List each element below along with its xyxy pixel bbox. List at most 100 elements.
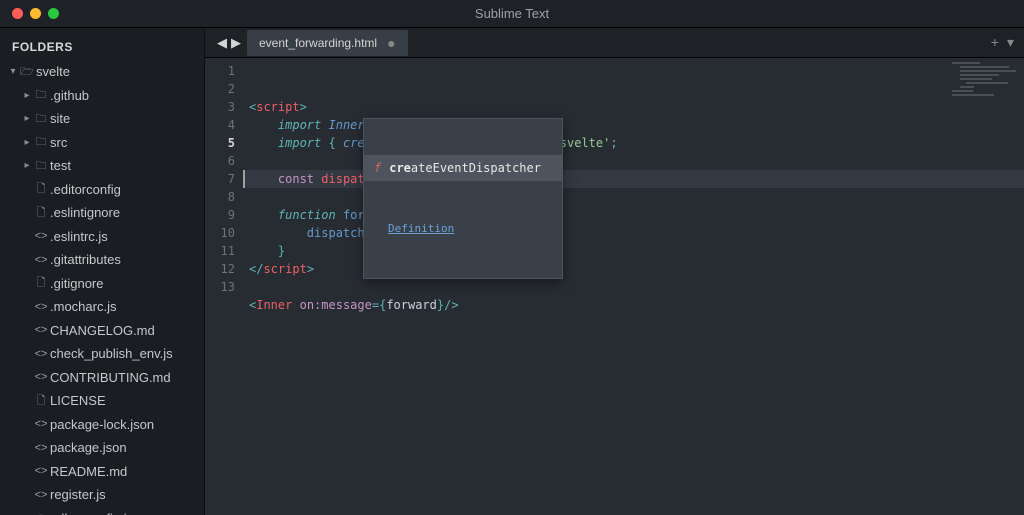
- file-icon: <>: [32, 463, 50, 480]
- line-number: 13: [205, 278, 235, 296]
- autocomplete-label: createEventDispatcher: [389, 159, 541, 177]
- folder-icon: 🗁: [18, 64, 36, 81]
- sidebar-item-label: .eslintignore: [50, 203, 120, 223]
- sidebar-item[interactable]: <>register.js: [6, 483, 198, 507]
- nav-back-icon[interactable]: ◀: [217, 35, 227, 51]
- sidebar-item[interactable]: <>.mocharc.js: [6, 295, 198, 319]
- code-line[interactable]: import Inner from './Inner.svelte';: [243, 116, 1024, 134]
- code-line[interactable]: [243, 152, 1024, 170]
- code-line[interactable]: <script>: [243, 98, 1024, 116]
- code-editor[interactable]: <script> import Inner from './Inner.svel…: [243, 58, 1024, 515]
- code-line[interactable]: const dispatch = cre: [243, 170, 1024, 188]
- tab-bar: ◀ ▶ event_forwarding.html ● + ▾: [205, 28, 1024, 58]
- sidebar-item-label: .editorconfig: [50, 180, 121, 200]
- sidebar-item-label: .mocharc.js: [50, 297, 116, 317]
- new-tab-icon[interactable]: +: [991, 34, 999, 51]
- sidebar-item[interactable]: <>.eslintrc.js: [6, 225, 198, 249]
- sidebar-item[interactable]: <>check_publish_env.js: [6, 342, 198, 366]
- sidebar-item[interactable]: <>rollup.config.js: [6, 507, 198, 515]
- sidebar-item[interactable]: ▾🗁svelte: [6, 60, 198, 84]
- file-icon: <>: [32, 510, 50, 515]
- sidebar-item[interactable]: <>package-lock.json: [6, 413, 198, 437]
- sidebar-item[interactable]: 🗋.eslintignore: [6, 201, 198, 225]
- sidebar-item-label: .gitattributes: [50, 250, 121, 270]
- autocomplete-item[interactable]: f createEventDispatcher: [364, 155, 562, 181]
- sidebar-item-label: svelte: [36, 62, 70, 82]
- file-icon: <>: [32, 416, 50, 433]
- line-number: 8: [205, 188, 235, 206]
- sidebar-item-label: check_publish_env.js: [50, 344, 173, 364]
- line-number: 2: [205, 80, 235, 98]
- disclosure-arrow-icon: ▸: [22, 158, 32, 173]
- sidebar-item-label: package-lock.json: [50, 415, 154, 435]
- code-line[interactable]: <Inner on:message={forward}/>: [243, 296, 1024, 314]
- sidebar: FOLDERS ▾🗁svelte▸🗀.github▸🗀site▸🗀src▸🗀te…: [0, 28, 205, 515]
- file-tree: ▾🗁svelte▸🗀.github▸🗀site▸🗀src▸🗀test🗋.edit…: [6, 60, 198, 515]
- sidebar-item-label: LICENSE: [50, 391, 106, 411]
- tab-dropdown-icon[interactable]: ▾: [1007, 34, 1014, 51]
- folder-icon: 🗀: [32, 158, 50, 175]
- sidebar-item[interactable]: <>CONTRIBUTING.md: [6, 366, 198, 390]
- sidebar-item[interactable]: ▸🗀src: [6, 131, 198, 155]
- nav-forward-icon[interactable]: ▶: [231, 35, 241, 51]
- sidebar-item[interactable]: <>CHANGELOG.md: [6, 319, 198, 343]
- minimap[interactable]: [952, 60, 1022, 120]
- line-gutter: 12345678910111213: [205, 58, 243, 515]
- sidebar-item-label: CHANGELOG.md: [50, 321, 155, 341]
- disclosure-arrow-icon: ▸: [22, 111, 32, 126]
- minimize-icon[interactable]: [30, 8, 41, 19]
- tab-dirty-icon: ●: [387, 35, 395, 51]
- close-icon[interactable]: [12, 8, 23, 19]
- sidebar-item-label: .gitignore: [50, 274, 103, 294]
- autocomplete-definition-link[interactable]: Definition: [364, 217, 562, 242]
- sidebar-item-label: test: [50, 156, 71, 176]
- sidebar-item-label: package.json: [50, 438, 127, 458]
- file-icon: <>: [32, 369, 50, 386]
- sidebar-item-label: README.md: [50, 462, 127, 482]
- code-line[interactable]: [243, 278, 1024, 296]
- file-icon: <>: [32, 322, 50, 339]
- sidebar-item-label: register.js: [50, 485, 106, 505]
- file-icon: <>: [32, 299, 50, 316]
- sidebar-item[interactable]: 🗋.editorconfig: [6, 178, 198, 202]
- sidebar-item[interactable]: ▸🗀.github: [6, 84, 198, 108]
- code-line[interactable]: dispatch(: [243, 224, 1024, 242]
- file-icon: <>: [32, 252, 50, 269]
- code-line[interactable]: import { createEventDispatcher } from 's…: [243, 134, 1024, 152]
- sidebar-item[interactable]: <>package.json: [6, 436, 198, 460]
- tab-active[interactable]: event_forwarding.html ●: [247, 30, 408, 56]
- sidebar-item[interactable]: ▸🗀site: [6, 107, 198, 131]
- line-number: 10: [205, 224, 235, 242]
- disclosure-arrow-icon: ▸: [22, 88, 32, 103]
- code-line[interactable]: [243, 188, 1024, 206]
- line-number: 9: [205, 206, 235, 224]
- code-line[interactable]: [243, 314, 1024, 332]
- line-number: 12: [205, 260, 235, 278]
- file-icon: 🗋: [32, 205, 50, 222]
- sidebar-item-label: site: [50, 109, 70, 129]
- line-number: 5: [205, 134, 235, 152]
- file-icon: 🗋: [32, 181, 50, 198]
- sidebar-header: FOLDERS: [6, 38, 198, 60]
- code-line[interactable]: function forw: [243, 206, 1024, 224]
- line-number: 11: [205, 242, 235, 260]
- line-number: 3: [205, 98, 235, 116]
- sidebar-item[interactable]: 🗋.gitignore: [6, 272, 198, 296]
- sidebar-item[interactable]: ▸🗀test: [6, 154, 198, 178]
- file-icon: <>: [32, 487, 50, 504]
- sidebar-item[interactable]: <>.gitattributes: [6, 248, 198, 272]
- code-line[interactable]: </script>: [243, 260, 1024, 278]
- maximize-icon[interactable]: [48, 8, 59, 19]
- file-icon: <>: [32, 228, 50, 245]
- autocomplete-popup[interactable]: f createEventDispatcher Definition: [363, 118, 563, 279]
- sidebar-item[interactable]: <>README.md: [6, 460, 198, 484]
- line-number: 6: [205, 152, 235, 170]
- window-controls: [0, 8, 59, 19]
- autocomplete-kind-icon: f: [374, 159, 381, 177]
- file-icon: <>: [32, 440, 50, 457]
- window-title: Sublime Text: [0, 6, 1024, 21]
- sidebar-item[interactable]: 🗋LICENSE: [6, 389, 198, 413]
- file-icon: 🗋: [32, 275, 50, 292]
- sidebar-item-label: CONTRIBUTING.md: [50, 368, 171, 388]
- code-line[interactable]: }: [243, 242, 1024, 260]
